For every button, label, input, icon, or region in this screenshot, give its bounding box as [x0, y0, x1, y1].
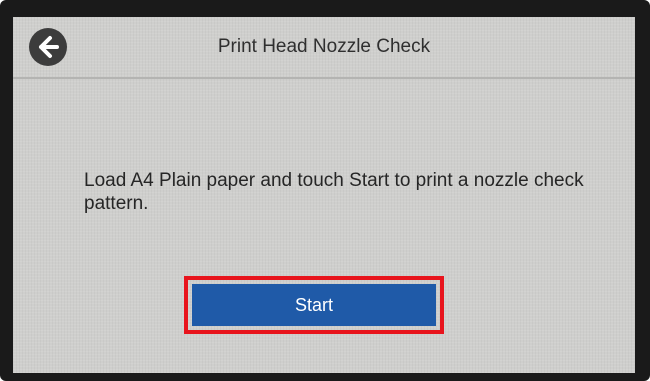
arrow-left-icon [39, 36, 59, 58]
back-button[interactable] [29, 28, 67, 66]
start-button[interactable]: Start [192, 284, 436, 326]
page-title: Print Head Nozzle Check [217, 36, 431, 57]
header-bar: Print Head Nozzle Check [13, 17, 635, 79]
instruction-text: Load A4 Plain paper and touch Start to p… [84, 170, 584, 214]
